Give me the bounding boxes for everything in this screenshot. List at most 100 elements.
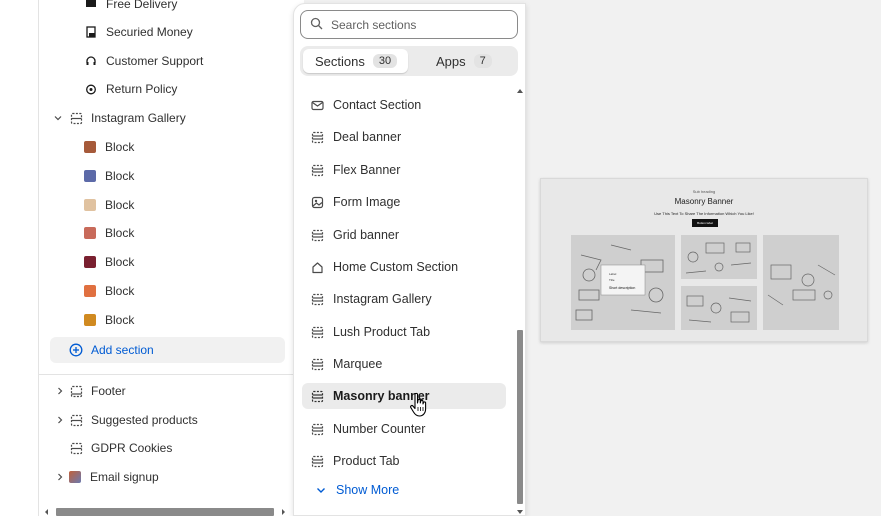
- vertical-scroll-thumb[interactable]: [517, 330, 523, 504]
- section-option-lush-product-tab[interactable]: Lush Product Tab: [302, 319, 506, 345]
- tree-item-label: Block: [105, 226, 135, 240]
- tree-group-footer[interactable]: Footer: [52, 378, 292, 404]
- section-option-deal-banner[interactable]: Deal banner: [302, 124, 506, 150]
- section-option-form-image[interactable]: Form Image: [302, 189, 506, 215]
- section-icon: [310, 292, 324, 306]
- section-option-label: Grid banner: [333, 228, 400, 242]
- preview-subheading: Sub heading: [692, 189, 716, 194]
- section-icon: [69, 111, 83, 125]
- tree-item-label: Block: [105, 284, 135, 298]
- scroll-up-icon[interactable]: [517, 88, 523, 93]
- section-option-product-tab[interactable]: Product Tab: [302, 448, 506, 474]
- tab-sections[interactable]: Sections 30: [303, 49, 408, 73]
- overlay-description: Short description: [609, 286, 635, 290]
- block-thumbnail: [84, 199, 96, 211]
- section-option-home-custom-section[interactable]: Home Custom Section: [302, 254, 506, 280]
- overlay-label: Label: [609, 272, 617, 276]
- tree-item-gdpr-cookies[interactable]: GDPR Cookies: [52, 435, 292, 461]
- section-icon: [69, 441, 83, 455]
- tree-item-label: Block: [105, 169, 135, 183]
- section-option-grid-banner[interactable]: Grid banner: [302, 222, 506, 248]
- block-thumbnail: [84, 141, 96, 153]
- scroll-down-icon[interactable]: [517, 510, 523, 515]
- block-thumbnail: [84, 227, 96, 239]
- image-thumb-icon: [69, 471, 81, 483]
- tab-apps[interactable]: Apps 7: [436, 49, 492, 73]
- block-thumbnail: [84, 314, 96, 326]
- chevron-down-icon: [314, 483, 328, 497]
- chevron-right-icon[interactable]: [54, 385, 66, 397]
- tab-label: Apps: [436, 53, 466, 69]
- chevron-right-icon[interactable]: [54, 414, 66, 426]
- section-option-label: Home Custom Section: [333, 260, 459, 274]
- plus-circle-icon: [69, 343, 83, 357]
- preview-title: Masonry Banner: [674, 197, 734, 206]
- scroll-left-icon[interactable]: [44, 509, 50, 515]
- horizontal-scroll-thumb[interactable]: [56, 508, 274, 516]
- tree-group-instagram-gallery[interactable]: Instagram Gallery: [52, 105, 292, 131]
- section-option-label: Instagram Gallery: [333, 292, 432, 306]
- tree-item-label: Instagram Gallery: [91, 111, 186, 125]
- tree-item-label: Block: [105, 255, 135, 269]
- chevron-down-icon[interactable]: [52, 112, 64, 124]
- add-section-button[interactable]: Add section: [50, 337, 285, 363]
- section-icon: [69, 413, 83, 427]
- horizontal-scrollbar[interactable]: [40, 506, 290, 516]
- section-option-label: Number Counter: [333, 422, 426, 436]
- search-input[interactable]: [331, 17, 501, 32]
- truck-icon: [84, 0, 98, 11]
- section-icon: [310, 357, 324, 371]
- home-icon: [310, 260, 324, 274]
- overlay-title: Title: [609, 278, 615, 282]
- tree-item-label: GDPR Cookies: [91, 441, 173, 455]
- sidebar-rail: [0, 0, 39, 516]
- section-option-label: Marquee: [333, 357, 383, 371]
- tree-item-label: Block: [105, 198, 135, 212]
- show-more-button[interactable]: Show More: [314, 483, 399, 497]
- tree-item-label: Customer Support: [106, 54, 204, 68]
- show-more-label: Show More: [336, 483, 400, 497]
- preview-image-right: [763, 235, 839, 330]
- section-icon: [310, 130, 324, 144]
- section-option-label: Product Tab: [333, 454, 400, 468]
- scroll-right-icon[interactable]: [280, 509, 286, 515]
- preview-image-bottom-middle: [681, 286, 757, 330]
- tree-item-label: Suggested products: [91, 413, 198, 427]
- tree-group-email-signup[interactable]: Email signup: [52, 464, 292, 490]
- tree-item-label: Footer: [91, 384, 126, 398]
- section-option-contact-section[interactable]: Contact Section: [302, 92, 506, 118]
- tree-item-label: Free Delivery: [106, 0, 178, 11]
- section-option-number-counter[interactable]: Number Counter: [302, 416, 506, 442]
- count-badge: 7: [473, 54, 492, 68]
- section-icon: [310, 325, 324, 339]
- tree-item-label: Securied Money: [106, 25, 193, 39]
- section-icon: [310, 228, 324, 242]
- add-section-popover: Sections 30 Apps 7 Contact Section Deal …: [293, 3, 526, 516]
- preview-image-top-middle: [681, 235, 757, 279]
- section-icon: [310, 454, 324, 468]
- section-option-marquee[interactable]: Marquee: [302, 351, 506, 377]
- preview-image-large: Label Title Short description: [571, 235, 675, 330]
- section-icon: [69, 384, 83, 398]
- section-option-instagram-gallery[interactable]: Instagram Gallery: [302, 286, 506, 312]
- section-option-label: Deal banner: [333, 130, 402, 144]
- section-option-label: Flex Banner: [333, 163, 401, 177]
- section-preview-card: Sub heading Masonry Banner Use This Text…: [540, 178, 868, 342]
- add-section-label: Add section: [91, 343, 154, 357]
- preview-description: Use This Text To Share The Information W…: [654, 211, 754, 216]
- envelope-icon: [310, 98, 324, 112]
- chevron-right-icon[interactable]: [54, 471, 66, 483]
- tree-group-suggested-products[interactable]: Suggested products: [52, 407, 292, 433]
- section-option-masonry-banner[interactable]: Masonry banner: [302, 383, 506, 409]
- block-thumbnail: [84, 256, 96, 268]
- preview-button: Button label: [692, 219, 718, 227]
- headset-icon: [84, 54, 98, 68]
- section-option-flex-banner[interactable]: Flex Banner: [302, 157, 506, 183]
- block-thumbnail: [84, 285, 96, 297]
- count-badge: 30: [372, 54, 398, 68]
- search-sections-field[interactable]: [300, 10, 518, 39]
- vertical-scrollbar[interactable]: [515, 86, 525, 515]
- divider: [39, 374, 304, 375]
- hand-cursor-icon: [410, 392, 427, 417]
- section-icon: [310, 422, 324, 436]
